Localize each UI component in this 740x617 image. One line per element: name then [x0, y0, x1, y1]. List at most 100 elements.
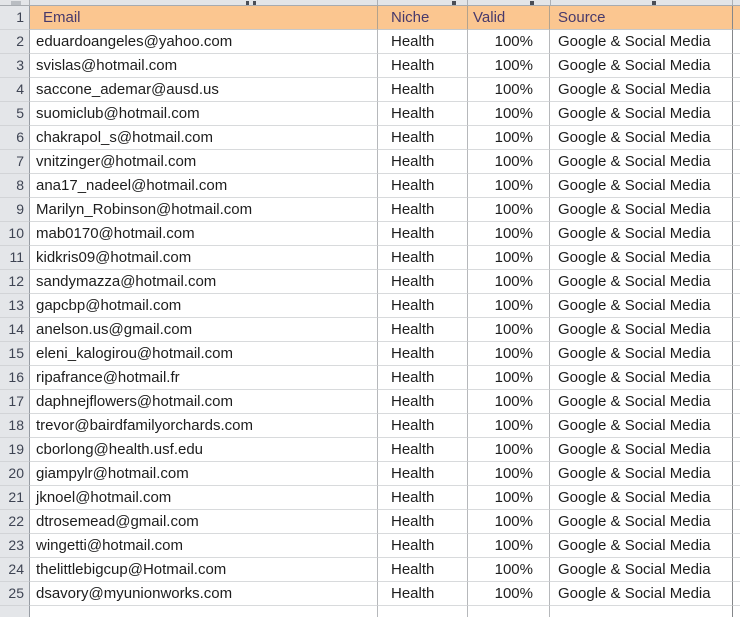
cell-email[interactable]: kidkris09@hotmail.com: [30, 246, 378, 270]
cell-valid[interactable]: 100%: [468, 558, 550, 582]
cell-niche[interactable]: Health: [378, 390, 468, 414]
cell-valid[interactable]: 100%: [468, 318, 550, 342]
cell-email[interactable]: wingetti@hotmail.com: [30, 534, 378, 558]
cell-niche[interactable]: Health: [378, 150, 468, 174]
row-number[interactable]: 11: [0, 246, 30, 270]
cell-email[interactable]: dsavory@myunionworks.com: [30, 582, 378, 606]
cell-email[interactable]: sandymazza@hotmail.com: [30, 270, 378, 294]
cell-niche[interactable]: Health: [378, 366, 468, 390]
cell-stub[interactable]: [733, 126, 740, 150]
cell-source[interactable]: Google & Social Media: [550, 126, 733, 150]
cell-source[interactable]: Google & Social Media: [550, 294, 733, 318]
cell-niche[interactable]: Health: [378, 486, 468, 510]
cell-valid[interactable]: 100%: [468, 342, 550, 366]
cell-email[interactable]: svislas@hotmail.com: [30, 54, 378, 78]
cell-valid[interactable]: 100%: [468, 462, 550, 486]
cell-source[interactable]: Google & Social Media: [550, 54, 733, 78]
cell-email[interactable]: anelson.us@gmail.com: [30, 318, 378, 342]
cell-stub[interactable]: [733, 366, 740, 390]
cell-niche[interactable]: Health: [378, 78, 468, 102]
cell-stub[interactable]: [733, 174, 740, 198]
cell-niche[interactable]: Health: [378, 558, 468, 582]
cell-email[interactable]: trevor@bairdfamilyorchards.com: [30, 414, 378, 438]
cell-valid[interactable]: [468, 606, 550, 617]
cell-niche[interactable]: [378, 606, 468, 617]
cell-stub[interactable]: [733, 30, 740, 54]
cell-niche[interactable]: Health: [378, 54, 468, 78]
cell-source[interactable]: Google & Social Media: [550, 174, 733, 198]
cell-valid[interactable]: 100%: [468, 126, 550, 150]
cell-source[interactable]: Google & Social Media: [550, 150, 733, 174]
cell-niche[interactable]: Health: [378, 126, 468, 150]
cell-stub[interactable]: [733, 342, 740, 366]
cell-email[interactable]: gapcbp@hotmail.com: [30, 294, 378, 318]
cell-stub[interactable]: [733, 222, 740, 246]
row-number[interactable]: 10: [0, 222, 30, 246]
cell-valid[interactable]: 100%: [468, 534, 550, 558]
cell-valid[interactable]: 100%: [468, 270, 550, 294]
row-number[interactable]: 13: [0, 294, 30, 318]
row-number[interactable]: 7: [0, 150, 30, 174]
cell-valid[interactable]: 100%: [468, 150, 550, 174]
cell-niche[interactable]: Health: [378, 270, 468, 294]
cell-stub[interactable]: [733, 582, 740, 606]
cell-valid[interactable]: 100%: [468, 54, 550, 78]
cell-valid[interactable]: 100%: [468, 174, 550, 198]
cell-niche[interactable]: Health: [378, 174, 468, 198]
row-number[interactable]: 5: [0, 102, 30, 126]
cell-stub[interactable]: [733, 78, 740, 102]
cell-niche[interactable]: Health: [378, 318, 468, 342]
cell-niche[interactable]: Health: [378, 462, 468, 486]
cell-valid[interactable]: 100%: [468, 438, 550, 462]
cell-email[interactable]: vnitzinger@hotmail.com: [30, 150, 378, 174]
cell-stub[interactable]: [733, 558, 740, 582]
cell-valid[interactable]: 100%: [468, 30, 550, 54]
cell-niche[interactable]: Health: [378, 438, 468, 462]
row-number[interactable]: 24: [0, 558, 30, 582]
cell-source[interactable]: Google & Social Media: [550, 534, 733, 558]
cell-email[interactable]: jknoel@hotmail.com: [30, 486, 378, 510]
cell-email[interactable]: eleni_kalogirou@hotmail.com: [30, 342, 378, 366]
row-number[interactable]: [0, 606, 30, 617]
cell-email[interactable]: cborlong@health.usf.edu: [30, 438, 378, 462]
cell-source[interactable]: Google & Social Media: [550, 318, 733, 342]
cell-stub[interactable]: [733, 318, 740, 342]
row-number[interactable]: 15: [0, 342, 30, 366]
cell-stub[interactable]: [733, 102, 740, 126]
row-number[interactable]: 4: [0, 78, 30, 102]
cell-valid[interactable]: 100%: [468, 582, 550, 606]
cell-stub[interactable]: [733, 438, 740, 462]
row-number[interactable]: 20: [0, 462, 30, 486]
cell-source[interactable]: [550, 606, 733, 617]
cell-niche[interactable]: Health: [378, 582, 468, 606]
cell-valid[interactable]: 100%: [468, 414, 550, 438]
cell-source[interactable]: Google & Social Media: [550, 414, 733, 438]
cell-niche[interactable]: Health: [378, 294, 468, 318]
row-number[interactable]: 9: [0, 198, 30, 222]
cell-email[interactable]: eduardoangeles@yahoo.com: [30, 30, 378, 54]
header-cell-email[interactable]: Email: [30, 6, 378, 30]
cell-email[interactable]: [30, 606, 378, 617]
cell-valid[interactable]: 100%: [468, 486, 550, 510]
cell-source[interactable]: Google & Social Media: [550, 558, 733, 582]
cell-stub[interactable]: [733, 462, 740, 486]
cell-email[interactable]: suomiclub@hotmail.com: [30, 102, 378, 126]
cell-stub[interactable]: [733, 534, 740, 558]
cell-niche[interactable]: Health: [378, 510, 468, 534]
cell-email[interactable]: thelittlebigcup@Hotmail.com: [30, 558, 378, 582]
cell-valid[interactable]: 100%: [468, 294, 550, 318]
cell-source[interactable]: Google & Social Media: [550, 198, 733, 222]
cell-stub[interactable]: [733, 54, 740, 78]
cell-niche[interactable]: Health: [378, 534, 468, 558]
cell-email[interactable]: giampylr@hotmail.com: [30, 462, 378, 486]
cell-valid[interactable]: 100%: [468, 102, 550, 126]
cell-valid[interactable]: 100%: [468, 246, 550, 270]
cell-stub[interactable]: [733, 150, 740, 174]
cell-stub[interactable]: [733, 606, 740, 617]
cell-source[interactable]: Google & Social Media: [550, 246, 733, 270]
cell-stub[interactable]: [733, 294, 740, 318]
cell-source[interactable]: Google & Social Media: [550, 342, 733, 366]
cell-stub[interactable]: [733, 414, 740, 438]
cell-niche[interactable]: Health: [378, 30, 468, 54]
cell-valid[interactable]: 100%: [468, 390, 550, 414]
